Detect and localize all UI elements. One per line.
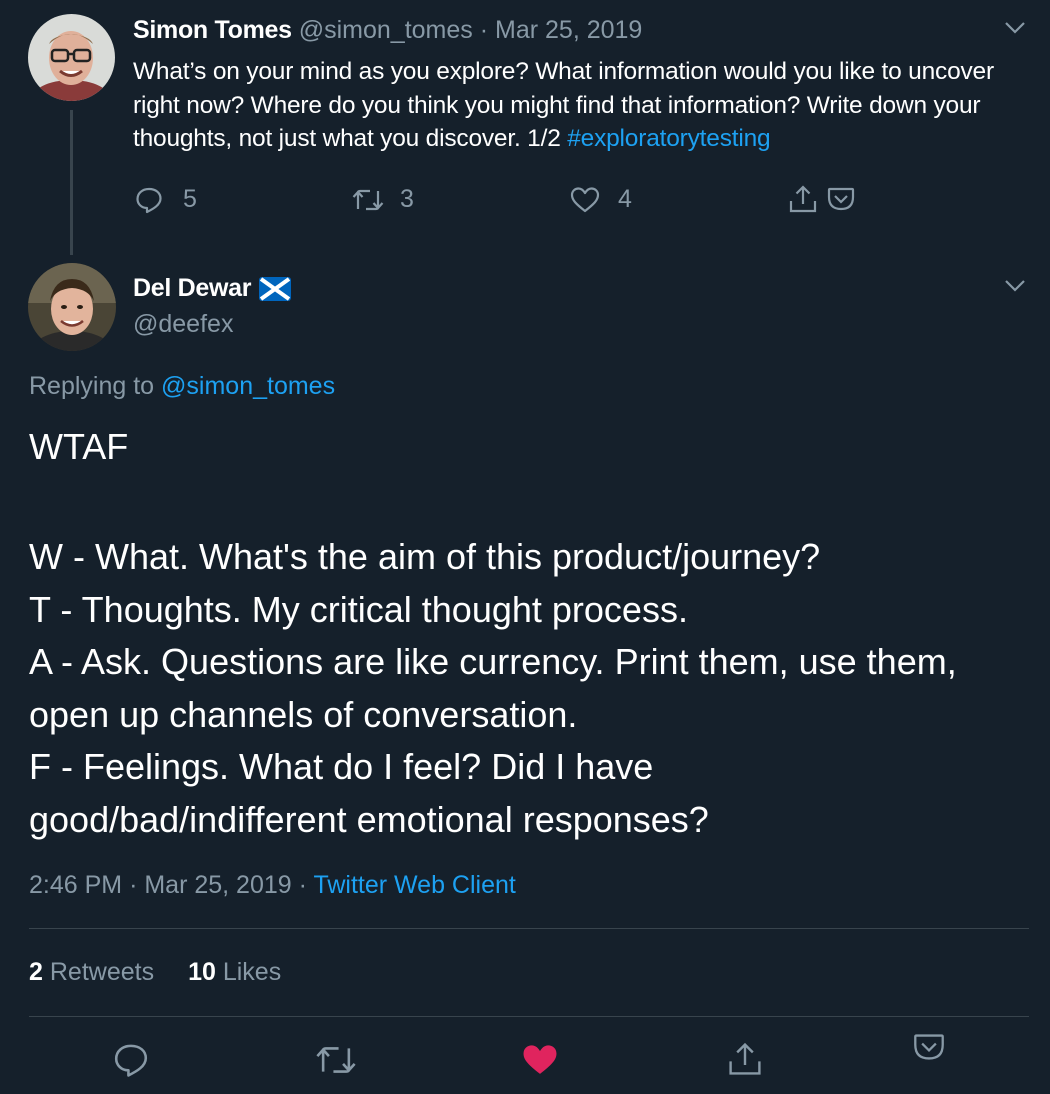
retweet-button[interactable]: 3 [352, 185, 414, 214]
pocket-icon [914, 1034, 944, 1060]
heart-filled-icon [523, 1045, 557, 1074]
parent-author-name[interactable]: Simon Tomes [133, 16, 292, 44]
retweets-stat[interactable]: 2 Retweets [29, 958, 154, 987]
body-line-t: T - Thoughts. My critical thought proces… [29, 588, 688, 630]
like-count: 4 [618, 185, 632, 213]
avatar-del-dewar[interactable] [28, 263, 116, 351]
like-button[interactable]: 4 [570, 185, 632, 214]
retweet-button[interactable] [315, 1042, 357, 1083]
body-line-f: F - Feelings. What do I feel? Did I have… [29, 746, 709, 840]
header-separator: · [479, 16, 489, 44]
tweet-time[interactable]: 2:46 PM [29, 871, 122, 899]
reply-count: 5 [183, 185, 197, 213]
avatar-simon-tomes[interactable] [28, 14, 115, 101]
likes-stat-label: Likes [222, 958, 282, 986]
parent-tweet-date[interactable]: Mar 25, 2019 [495, 16, 642, 44]
client-link[interactable]: Twitter Web Client [313, 871, 515, 899]
retweet-count: 3 [400, 185, 414, 213]
reply-author-handle[interactable]: @deefex [133, 310, 233, 339]
reply-icon [136, 187, 162, 213]
heart-icon [570, 186, 600, 212]
reply-author-name-row: Del Dewar [133, 274, 292, 303]
like-button-active[interactable] [521, 1042, 559, 1083]
parent-author-handle[interactable]: @simon_tomes [299, 16, 473, 44]
retweet-icon [316, 1047, 356, 1073]
chevron-down-icon[interactable] [1003, 20, 1027, 36]
reply-button[interactable]: 5 [135, 185, 197, 214]
parent-tweet-text: What’s on your mind as you explore? What… [133, 55, 1028, 156]
reply-author-name[interactable]: Del Dewar [133, 274, 251, 303]
share-icon [789, 185, 817, 213]
retweets-stat-label: Retweets [49, 958, 155, 986]
hashtag-link[interactable]: #exploratorytesting [567, 125, 770, 152]
chevron-down-icon[interactable] [1003, 278, 1027, 294]
reply-button[interactable] [113, 1042, 149, 1083]
replying-to-link[interactable]: @simon_tomes [161, 372, 335, 400]
thread-line [70, 110, 73, 255]
likes-stat-count: 10 [188, 958, 216, 986]
tweet-stats: 2 Retweets 10 Likes [29, 958, 281, 987]
pocket-button[interactable] [827, 186, 855, 212]
likes-stat[interactable]: 10 Likes [188, 958, 281, 987]
share-button[interactable] [788, 184, 818, 214]
parent-tweet-body: What’s on your mind as you explore? What… [133, 58, 994, 152]
tweet-date[interactable]: Mar 25, 2019 [144, 871, 291, 899]
retweet-icon [352, 189, 384, 210]
replying-prefix: Replying to [29, 372, 162, 400]
reply-icon [114, 1044, 148, 1077]
divider [29, 1016, 1029, 1017]
body-line-w: W - What. What's the aim of this product… [29, 536, 821, 577]
pocket-icon [827, 187, 855, 211]
share-icon [729, 1042, 761, 1075]
share-button[interactable] [727, 1040, 763, 1083]
body-line-a: A - Ask. Questions are like currency. Pr… [29, 641, 957, 735]
pocket-button[interactable] [913, 1032, 945, 1067]
reply-tweet-body: W - What. What's the aim of this product… [29, 531, 1029, 847]
reply-tweet-title: WTAF [29, 426, 129, 467]
parent-tweet-header: Simon Tomes @simon_tomes · Mar 25, 2019 [133, 16, 642, 45]
retweets-stat-count: 2 [29, 958, 43, 986]
replying-to-line: Replying to @simon_tomes [29, 372, 335, 401]
meta-separator: · [129, 871, 138, 899]
divider [29, 928, 1029, 929]
scotland-flag-icon [259, 276, 292, 301]
meta-separator: · [298, 871, 307, 899]
tweet-meta: 2:46 PM · Mar 25, 2019 · Twitter Web Cli… [29, 871, 516, 900]
